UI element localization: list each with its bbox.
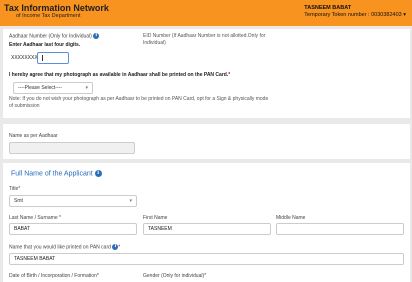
section-info-icon[interactable]: i bbox=[94, 170, 102, 177]
photo-consent-label: I hereby agree that my photograph as ava… bbox=[9, 72, 230, 78]
last-name-input[interactable]: BABAT bbox=[9, 223, 137, 235]
brand-logo-text: Tax Information Network of Income Tax De… bbox=[4, 3, 109, 20]
middle-name-label: Middle Name bbox=[276, 215, 306, 221]
user-menu[interactable]: TASNEEM BABAT Temporary Token number : 0… bbox=[304, 5, 406, 19]
name-as-per-aadhaar-input[interactable] bbox=[9, 142, 135, 154]
section-title: Full Name of the Applicant i bbox=[11, 170, 102, 177]
eid-number-label: EID Number (If Aadhaar Number is not all… bbox=[143, 33, 266, 46]
brand-subtitle: of Income Tax Department bbox=[16, 13, 81, 19]
text-caret bbox=[42, 55, 43, 61]
top-header: Tax Information Network of Income Tax De… bbox=[0, 0, 412, 26]
name-as-per-aadhaar-label: Name as per Aadhaar bbox=[9, 133, 58, 139]
aadhaar-last-four-input[interactable] bbox=[37, 52, 69, 64]
chevron-down-icon: ▾ bbox=[129, 198, 132, 204]
aadhaar-card: Aadhaar Number (Only for Individual) i E… bbox=[3, 29, 410, 118]
aadhaar-info-icon[interactable]: i bbox=[93, 33, 100, 39]
title-select-value: Smt bbox=[14, 198, 23, 204]
photo-consent-select-value: ----Please Select---- bbox=[18, 85, 62, 91]
brand-title: Tax Information Network bbox=[4, 3, 109, 13]
title-label: Title* bbox=[9, 186, 21, 192]
aadhaar-number-label: Aadhaar Number (Only for Individual) i bbox=[9, 33, 100, 40]
first-name-label: First Name bbox=[143, 215, 168, 221]
photo-consent-text: I hereby agree that my photograph as ava… bbox=[9, 72, 229, 78]
dob-label: Date of Birth / Incorporation / Formatio… bbox=[9, 273, 99, 279]
pan-name-label: Name that you would like printed on PAN … bbox=[9, 244, 120, 250]
required-asterisk: * bbox=[118, 244, 121, 251]
first-name-input[interactable]: TASNEEM bbox=[143, 223, 271, 235]
applicant-name-card: Full Name of the Applicant i Title* Smt … bbox=[3, 163, 410, 282]
photo-consent-select[interactable]: ----Please Select---- ▾ bbox=[13, 82, 93, 94]
chevron-down-icon: ▾ bbox=[85, 85, 88, 91]
required-asterisk: * bbox=[228, 72, 231, 78]
aadhaar-masked-prefix: XXXXXXXX bbox=[11, 55, 38, 61]
aadhaar-number-label-text: Aadhaar Number (Only for Individual) bbox=[9, 33, 92, 40]
token-number[interactable]: Temporary Token number : 0030382403 ▾ bbox=[304, 12, 406, 19]
middle-name-input[interactable] bbox=[276, 223, 404, 235]
title-select[interactable]: Smt ▾ bbox=[9, 195, 137, 207]
name-as-per-aadhaar-card: Name as per Aadhaar bbox=[3, 124, 410, 159]
section-title-text: Full Name of the Applicant bbox=[11, 170, 93, 178]
last-name-label: Last Name / Surname * bbox=[9, 215, 61, 221]
user-name: TASNEEM BABAT bbox=[304, 5, 352, 11]
last-four-label: Enter Aadhaar last four digits. bbox=[9, 42, 81, 48]
photo-consent-note: Note: If you do not wish your photograph… bbox=[9, 96, 269, 109]
pan-name-label-text: Name that you would like printed on PAN … bbox=[9, 244, 111, 251]
pan-name-input[interactable]: TASNEEM BABAT bbox=[9, 253, 404, 265]
gender-label: Gender (Only for individual)* bbox=[143, 273, 207, 279]
